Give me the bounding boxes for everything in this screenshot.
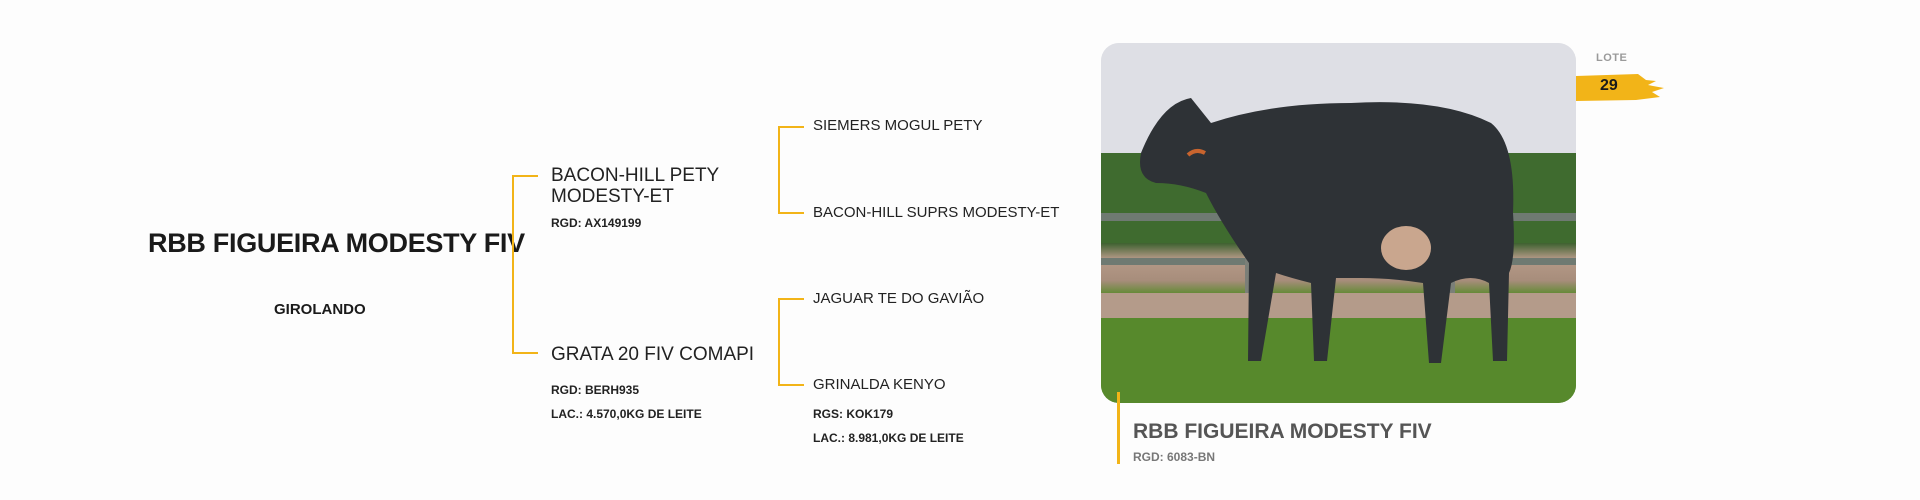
dam-dam-name: GRINALDA KENYO <box>813 376 946 393</box>
sire-name: BACON-HILL PETY MODESTY-ET <box>551 165 719 207</box>
lot-brush-stroke <box>1576 74 1664 101</box>
pedigree-bracket-top <box>512 175 538 177</box>
sire-name-line2: MODESTY-ET <box>551 186 674 207</box>
animal-photo <box>1101 43 1576 403</box>
animal-name: RBB FIGUEIRA MODESTY FIV <box>148 228 525 258</box>
dam-bracket-bottom <box>778 384 804 386</box>
sire-bracket-bottom <box>778 212 804 214</box>
caption-accent-line <box>1117 392 1120 464</box>
lot-label: LOTE <box>1596 52 1628 64</box>
breed-label: GIROLANDO <box>274 301 366 318</box>
sire-bracket-vertical <box>778 126 780 214</box>
dam-bracket-vertical <box>778 298 780 386</box>
dam-bracket-top <box>778 298 804 300</box>
caption-rgd: RGD: 6083-BN <box>1133 450 1216 464</box>
sire-name-line1: BACON-HILL PETY <box>551 165 720 186</box>
dam-dam-lac: LAC.: 8.981,0KG DE LEITE <box>813 431 964 445</box>
sire-sire-name: SIEMERS MOGUL PETY <box>813 117 983 134</box>
dam-rgd: RGD: BERH935 <box>551 383 640 397</box>
pedigree-bracket-bottom <box>512 352 538 354</box>
sire-dam-name: BACON-HILL SUPRS MODESTY-ET <box>813 204 1060 221</box>
sire-rgd: RGD: AX149199 <box>551 216 642 230</box>
lot-number: 29 <box>1600 77 1618 94</box>
dam-name: GRATA 20 FIV COMAPI <box>551 344 755 365</box>
pedigree-bracket-vertical <box>512 175 514 354</box>
dam-dam-rgs: RGS: KOK179 <box>813 407 894 421</box>
sire-bracket-top <box>778 126 804 128</box>
dam-sire-name: JAGUAR TE DO GAVIÃO <box>813 290 985 307</box>
caption-animal-name: RBB FIGUEIRA MODESTY FIV <box>1133 420 1432 443</box>
dam-lac: LAC.: 4.570,0KG DE LEITE <box>551 407 702 421</box>
